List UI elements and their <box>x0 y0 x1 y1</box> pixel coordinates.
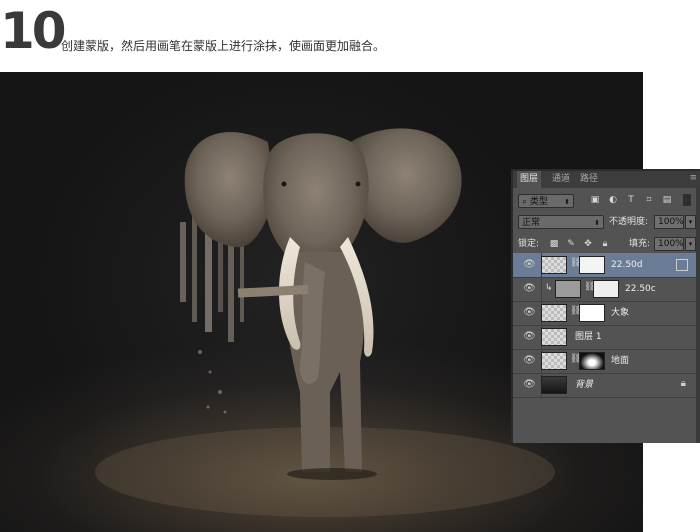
visibility-eye-icon[interactable]: 👁︎ <box>523 355 536 366</box>
layer-mask-thumbnail[interactable] <box>593 280 619 298</box>
search-icon: ⌕ <box>522 197 528 207</box>
tab-channels[interactable]: 通道 <box>549 171 573 188</box>
lock-icon: 🔒︎ <box>680 378 686 389</box>
panel-scrollbar[interactable] <box>696 188 700 443</box>
layer-row[interactable]: 👁︎ 图层 1 <box>513 325 700 350</box>
lock-paint-icon[interactable]: ✎ <box>565 238 577 250</box>
layer-thumbnail <box>541 328 567 346</box>
tab-paths[interactable]: 路径 <box>577 171 601 188</box>
layer-row[interactable]: 👁︎ ⛓ 22.50d <box>513 253 700 278</box>
panel-menu-icon[interactable]: ≡ <box>689 173 697 183</box>
shape-filter-icon[interactable]: ⌗ <box>643 194 655 206</box>
tab-layers[interactable]: 图层 <box>517 171 542 188</box>
filter-kind-dropdown[interactable]: ⌕ 类型 ⬍ <box>518 194 574 208</box>
adjustment-filter-icon[interactable]: ◐ <box>607 194 619 206</box>
chevron-down-icon: ⬍ <box>594 219 600 227</box>
fill-slider-toggle[interactable]: ▾ <box>685 237 696 251</box>
step-instruction: 创建蒙版，然后用画笔在蒙版上进行涂抹，使画面更加融合。 <box>61 39 386 53</box>
layer-thumbnail <box>541 304 567 322</box>
text-filter-icon[interactable]: T <box>625 194 637 206</box>
fill-label: 填充: <box>629 239 651 249</box>
layer-row[interactable]: 👁︎ ⛓ 地面 <box>513 349 700 374</box>
layer-row[interactable]: 👁︎ ↳ ⛓ 22.50c <box>513 277 700 302</box>
visibility-eye-icon[interactable]: 👁︎ <box>523 307 536 318</box>
visibility-eye-icon[interactable]: 👁︎ <box>523 379 536 390</box>
chevron-down-icon: ⬍ <box>564 198 570 206</box>
fill-input[interactable]: 100% <box>654 237 684 251</box>
layer-mask-thumbnail[interactable] <box>579 304 605 322</box>
filter-toggle[interactable] <box>683 194 691 206</box>
visibility-eye-icon[interactable]: 👁︎ <box>523 331 536 342</box>
visibility-eye-icon[interactable]: 👁︎ <box>523 259 536 270</box>
layer-mask-thumbnail[interactable] <box>579 352 605 370</box>
left-ear <box>184 132 275 248</box>
lock-transparency-icon[interactable]: ▩ <box>548 238 560 250</box>
lock-label: 锁定: <box>518 239 540 249</box>
layer-row[interactable]: 👁︎ 背景 🔒︎ <box>513 373 700 398</box>
layers-panel: 图层 通道 路径 ≡ ⌕ 类型 ⬍ ▣ ◐ T ⌗ ▤ 正常 ⬍ 不透明度: 1… <box>511 169 700 443</box>
smart-object-filter-icon[interactable]: ▤ <box>661 194 673 206</box>
clipping-mask-icon: ↳ <box>545 283 553 293</box>
lock-move-icon[interactable]: ✥ <box>582 238 594 250</box>
layer-name[interactable]: 22.50c <box>625 277 656 301</box>
layer-name[interactable]: 22.50d <box>611 253 642 277</box>
divider <box>541 277 542 301</box>
layer-row[interactable]: 👁︎ ⛓ 大象 <box>513 301 700 326</box>
blend-mode-dropdown[interactable]: 正常 ⬍ <box>518 215 604 229</box>
blend-row: 正常 ⬍ 不透明度: 100% ▾ <box>513 212 700 234</box>
layer-thumbnail <box>541 376 567 394</box>
opacity-slider-toggle[interactable]: ▾ <box>685 215 696 229</box>
blend-mode-label: 正常 <box>522 218 541 228</box>
lock-all-icon[interactable]: 🔒︎ <box>599 238 611 250</box>
pixel-filter-icon[interactable]: ▣ <box>589 194 601 206</box>
layer-thumbnail <box>541 352 567 370</box>
filter-kind-label: 类型 <box>529 197 548 207</box>
layer-mask-thumbnail[interactable] <box>579 256 605 274</box>
layer-thumbnail <box>541 256 567 274</box>
step-number: 10 <box>0 2 67 60</box>
layer-name[interactable]: 地面 <box>611 349 629 373</box>
filter-row: ⌕ 类型 ⬍ ▣ ◐ T ⌗ ▤ <box>513 190 700 212</box>
layer-name[interactable]: 图层 1 <box>575 325 602 349</box>
opacity-input[interactable]: 100% <box>654 215 684 229</box>
layers-list: 👁︎ ⛓ 22.50d 👁︎ ↳ ⛓ 22.50c 👁︎ ⛓ 大象 👁︎ 图层 … <box>513 253 700 443</box>
smart-object-icon <box>676 259 688 271</box>
layer-name[interactable]: 背景 <box>575 373 593 397</box>
opacity-label: 不透明度: <box>609 217 649 227</box>
visibility-eye-icon[interactable]: 👁︎ <box>523 283 536 294</box>
layer-name[interactable]: 大象 <box>611 301 629 325</box>
panel-tabs: 图层 通道 路径 ≡ <box>513 171 700 188</box>
layer-thumbnail <box>555 280 581 298</box>
